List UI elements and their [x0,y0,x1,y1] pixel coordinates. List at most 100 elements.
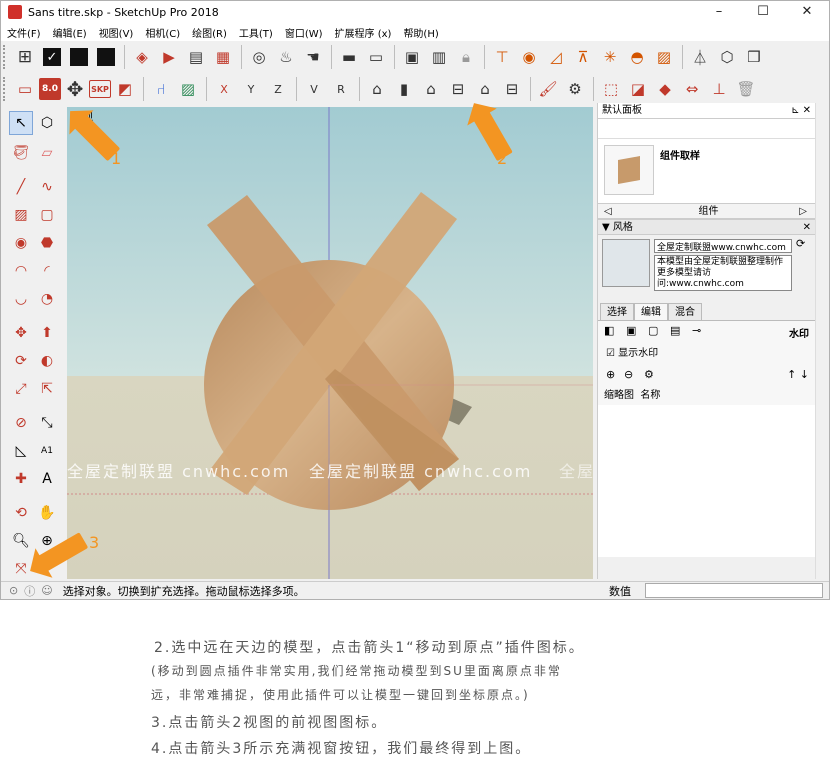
front-view-icon[interactable]: ⌂ [418,76,444,102]
menu-window[interactable]: 窗口(W) [285,25,323,40]
table-icon[interactable]: ⊞ [12,44,38,70]
circle-icon[interactable]: ◉ [9,231,33,255]
top-view-icon[interactable]: ▮ [391,76,417,102]
geolocation-icon[interactable]: ⊙ [9,584,18,597]
menu-camera[interactable]: 相机(C) [145,25,180,40]
roof-icon[interactable]: ⏃ [687,44,713,70]
paint-tool-icon[interactable]: 🪣︎ [9,141,33,165]
toolbar-grip-2[interactable] [3,77,8,101]
orbit-icon[interactable]: ⟲ [9,501,33,525]
credits-icon[interactable]: ⓘ [24,583,35,599]
component-thumbnail[interactable] [604,145,654,195]
menu-draw[interactable]: 绘图(R) [192,25,227,40]
face-settings-icon[interactable]: ▣ [626,324,636,337]
axes-icon[interactable]: ✚ [9,467,33,491]
measurement-input[interactable] [645,583,823,598]
arc3-icon[interactable]: ◡ [9,287,33,311]
styles-section[interactable]: ▼ 风格 ✕ [598,219,815,235]
text-icon[interactable]: A1 [35,439,59,463]
rectangle-tool-icon[interactable]: ▭ [12,76,38,102]
stool-icon[interactable]: ⊼ [570,44,596,70]
paint-bucket-icon[interactable]: 🖌︎ [535,76,561,102]
arc-icon[interactable]: ◠ [9,259,33,283]
style-update-icon[interactable]: ⟳ [796,237,805,250]
rotate-r-icon[interactable]: R [328,76,354,102]
menu-edit[interactable]: 编辑(E) [53,25,87,40]
skp-icon[interactable]: SKP [89,80,111,98]
tab-select[interactable]: 选择 [600,303,634,320]
back-icon[interactable]: ◁ [604,204,612,220]
rotate-x-icon[interactable]: X [211,76,237,102]
modeling-settings-icon[interactable]: ⊸ [692,324,701,337]
watermark-list[interactable] [598,405,815,557]
edit-icon[interactable]: ◩ [112,76,138,102]
freehand-icon[interactable]: ∿ [35,175,59,199]
window-icon[interactable]: ▣ [399,44,425,70]
pan-icon[interactable]: ✋ [35,501,59,525]
rotate-z-icon[interactable]: Z [265,76,291,102]
picture-icon[interactable]: ▨ [175,76,201,102]
component-tool-icon[interactable]: ⬡ [35,111,59,135]
watermark-settings-icon[interactable]: ▤ [670,324,680,337]
pushpull-icon[interactable]: ⬆ [35,321,59,345]
add-icon[interactable]: ⊕ [606,368,615,381]
user-icon[interactable]: ☺ [41,584,52,597]
plugin-mo-icon[interactable] [93,44,119,70]
menu-extensions[interactable]: 扩展程序 (x) [335,25,392,40]
pie-icon[interactable]: ◔ [35,287,59,311]
move-tool-icon[interactable]: ✥ [9,321,33,345]
panel-icon[interactable]: ▥ [426,44,452,70]
mirror-icon[interactable]: ⇔ [679,76,705,102]
cube-icon[interactable]: ❒ [741,44,767,70]
background-settings-icon[interactable]: ▢ [648,324,658,337]
3dtext-icon[interactable]: A [35,467,59,491]
menu-tools[interactable]: 工具(T) [239,25,273,40]
polygon-icon[interactable]: ⬣ [35,231,59,255]
lock-icon[interactable]: 🔒︎ [453,44,479,70]
left-view-icon[interactable]: ⊟ [499,76,525,102]
right-view-icon[interactable]: ⊟ [445,76,471,102]
rotated-rect-icon[interactable]: ▢ [35,203,59,227]
trash-icon[interactable]: 🗑︎ [733,76,759,102]
rotate-v-icon[interactable]: V [301,76,327,102]
tape-icon[interactable]: ⊘ [9,411,33,435]
dimension-icon[interactable]: ⤡ [35,411,59,435]
move-to-origin-icon[interactable]: ✥ [62,76,88,102]
protractor-icon[interactable]: ◺ [9,439,33,463]
teapot-icon[interactable]: ♨ [273,44,299,70]
edge-settings-icon[interactable]: ◧ [604,324,614,337]
plugin-huan-icon[interactable] [66,44,92,70]
export-icon[interactable]: ▶ [156,44,182,70]
tray-scrollbar[interactable] [815,103,827,579]
rectangle-icon[interactable]: ▨ [9,203,33,227]
zoom-icon[interactable]: 🔍︎ [9,529,33,553]
viewport[interactable]: 前视 全屋定制联盟 cnwhc.com 全屋定制联盟 cnwhc.com 全屋定… [67,107,593,579]
iso-view-icon[interactable]: ⌂ [364,76,390,102]
settings-icon[interactable]: ⚙ [562,76,588,102]
red-box-icon[interactable]: ◪ [625,76,651,102]
close-button[interactable]: ✕ [785,1,829,23]
eraser-icon[interactable]: ▱ [35,141,59,165]
minimize-button[interactable]: – [697,1,741,23]
tab-mix[interactable]: 混合 [668,303,702,320]
hatch-icon[interactable]: ▨ [651,44,677,70]
checkbox-icon[interactable]: ✓ [39,44,65,70]
version-badge[interactable]: 8.0 [39,78,61,100]
remove-icon[interactable]: ⊖ [624,368,633,381]
menu-view[interactable]: 视图(V) [99,25,134,40]
star-icon[interactable]: ✳ [597,44,623,70]
menu-file[interactable]: 文件(F) [7,25,41,40]
maximize-button[interactable]: ☐ [741,1,785,23]
chair-icon[interactable]: ⑁ [148,76,174,102]
red-cube-icon[interactable]: ◆ [652,76,678,102]
forward-icon[interactable]: ▷ [799,204,807,220]
style-description-field[interactable]: 本模型由全屋定制联盟整理制作更多模型请访问:www.cnwhc.com [654,255,792,291]
image-icon[interactable]: ▭ [363,44,389,70]
style-thumbnail[interactable] [602,239,650,287]
validate-icon[interactable]: ◎ [246,44,272,70]
ring-icon[interactable]: ◉ [516,44,542,70]
rotate-y-icon[interactable]: Y [238,76,264,102]
gear-icon[interactable]: ⚙ [644,368,654,381]
dashed-select-icon[interactable]: ⬚ [598,76,624,102]
menu-help[interactable]: 帮助(H) [403,25,438,40]
